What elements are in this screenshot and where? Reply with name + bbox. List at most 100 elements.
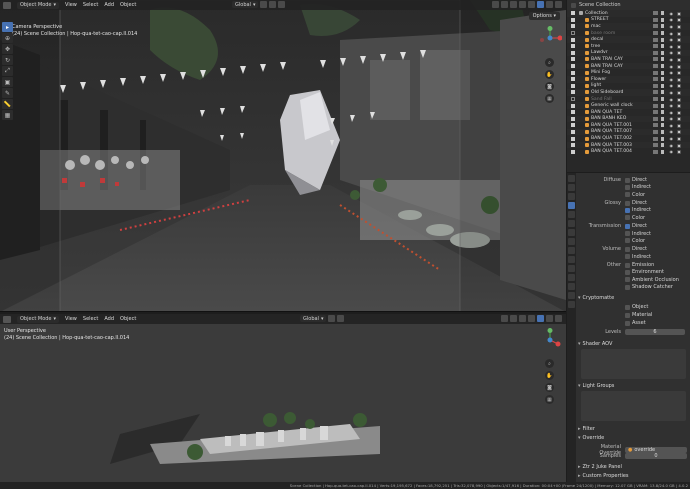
measure-tool-icon[interactable]: 📏 (2, 99, 13, 109)
camera-render-icon[interactable]: ▣ (677, 136, 681, 141)
include-checkbox[interactable] (571, 136, 575, 141)
eye-icon[interactable]: ◉ (670, 31, 674, 36)
include-checkbox[interactable] (571, 64, 575, 69)
pass-checkbox[interactable] (625, 223, 630, 229)
include-checkbox[interactable] (571, 17, 575, 22)
eye-icon[interactable]: ◉ (670, 70, 674, 75)
outliner-row[interactable]: Sand Fall ◉ ▣ (567, 96, 690, 103)
outliner-row[interactable]: BAN QUA TET.001 ◉ ▣ (567, 122, 690, 129)
shading-wireframe-icon[interactable] (528, 1, 535, 8)
mode-dropdown[interactable]: Object Mode ▾ (17, 1, 60, 9)
eye-icon[interactable]: ◉ (670, 110, 674, 115)
include-checkbox[interactable] (571, 149, 575, 154)
shading-material-icon[interactable] (546, 315, 553, 322)
menu-view[interactable]: View (65, 316, 77, 322)
zoom-icon[interactable]: ⌕ (545, 359, 554, 368)
shading-material-icon[interactable] (546, 1, 553, 8)
menu-select[interactable]: Select (83, 316, 98, 322)
camera-view-icon[interactable]: ◙ (545, 82, 554, 91)
outliner-row[interactable]: BAN TRAI CAY ◉ ▣ (567, 62, 690, 70)
camera-render-icon[interactable]: ▣ (677, 83, 681, 88)
shading-wireframe-icon[interactable] (528, 315, 535, 322)
move-tool-icon[interactable]: ✥ (2, 44, 13, 54)
include-checkbox[interactable] (571, 103, 575, 108)
eye-icon[interactable]: ◉ (670, 103, 674, 108)
shading-rendered-icon[interactable] (555, 315, 562, 322)
eye-icon[interactable]: ◉ (670, 97, 674, 102)
render-tab-icon[interactable] (568, 184, 575, 191)
include-checkbox[interactable] (571, 123, 575, 128)
texture-tab-icon[interactable] (568, 301, 575, 308)
cryptomatte-panel-header[interactable]: ▾ Cryptomatte (578, 294, 687, 301)
outliner-icon[interactable] (571, 2, 576, 8)
eye-icon[interactable]: ◉ (670, 64, 674, 69)
material-tab-icon[interactable] (568, 292, 575, 299)
custom-properties-panel-header[interactable]: ▸ Custom Properties (578, 472, 687, 479)
gizmo-toggle-icon[interactable] (501, 1, 508, 8)
transform-tool-icon[interactable]: ▣ (2, 77, 13, 87)
outliner-row[interactable]: BAN QUA TET.003 ◉ ▣ (567, 141, 690, 149)
camera-view-icon[interactable]: ◙ (545, 383, 554, 392)
pass-checkbox[interactable] (625, 215, 630, 221)
camera-render-icon[interactable]: ▣ (677, 116, 681, 121)
shading-solid-icon[interactable] (537, 1, 544, 8)
menu-object[interactable]: Object (120, 316, 136, 322)
shading-rendered-icon[interactable] (555, 1, 562, 8)
eye-icon[interactable]: ◉ (670, 17, 674, 22)
outliner-row[interactable]: decal ◉ ▣ (567, 36, 690, 43)
outliner-row[interactable]: BAN QUA TET.002 ◉ ▣ (567, 135, 690, 142)
scene-tab-icon[interactable] (568, 211, 575, 218)
include-checkbox[interactable] (571, 129, 575, 134)
user-viewport[interactable]: Object Mode ▾ View Select Add Object Glob… (0, 314, 566, 482)
outliner-row[interactable]: Old Sideboard ◉ ▣ (567, 89, 690, 96)
pass-checkbox[interactable] (625, 262, 630, 268)
collection-tab-icon[interactable] (568, 229, 575, 236)
include-checkbox[interactable] (571, 110, 575, 115)
proportional-edit-icon[interactable] (278, 1, 286, 8)
include-checkbox[interactable] (571, 44, 575, 49)
editor-type-icon[interactable] (3, 1, 11, 9)
grease-pencil-panel-header[interactable]: ▸ Ztr 2 Juke Panel (578, 463, 687, 470)
outliner-row[interactable]: BAN QUA TET ◉ ▣ (567, 109, 690, 116)
pivot-icon[interactable] (260, 1, 268, 8)
include-checkbox[interactable] (571, 24, 575, 29)
pass-checkbox[interactable] (625, 238, 630, 244)
transform-orientation-dropdown[interactable]: Global ▾ (232, 1, 259, 8)
pass-checkbox[interactable] (625, 246, 630, 252)
navigation-gizmo[interactable] (538, 26, 563, 50)
physics-tab-icon[interactable] (568, 265, 575, 272)
editor-type-icon[interactable] (3, 315, 11, 323)
menu-add[interactable]: Add (104, 2, 114, 8)
pass-checkbox[interactable] (625, 177, 630, 183)
annotate-tool-icon[interactable]: ✎ (2, 88, 13, 98)
camera-render-icon[interactable]: ▣ (677, 77, 681, 82)
data-tab-icon[interactable] (568, 283, 575, 290)
camera-render-icon[interactable]: ▣ (677, 149, 681, 154)
camera-render-icon[interactable]: ▣ (677, 110, 681, 115)
eye-icon[interactable]: ◉ (670, 116, 674, 121)
levels-field[interactable]: 6 (625, 329, 685, 335)
pass-checkbox[interactable] (625, 231, 630, 236)
eye-icon[interactable]: ◉ (670, 83, 674, 88)
samples-field[interactable]: 0 (625, 453, 687, 459)
outliner-row[interactable]: Flower ◉ ▣ (567, 75, 690, 83)
eye-icon[interactable]: ◉ (670, 37, 674, 42)
visibility-icon[interactable] (501, 315, 508, 322)
outliner-row[interactable]: mac ◉ ▣ (567, 23, 690, 30)
outliner-row[interactable]: Mini Fog ◉ ▣ (567, 69, 690, 76)
include-checkbox[interactable] (571, 31, 575, 36)
grid-icon[interactable]: ▦ (545, 94, 554, 103)
include-checkbox[interactable] (571, 57, 575, 62)
snap-icon[interactable] (337, 315, 345, 322)
mode-dropdown[interactable]: Object Mode ▾ (17, 315, 60, 323)
menu-select[interactable]: Select (83, 2, 98, 8)
options-dropdown[interactable]: Options ▾ (528, 12, 560, 20)
cryptomatte-checkbox[interactable] (625, 320, 630, 326)
include-checkbox[interactable] (571, 77, 575, 82)
camera-render-icon[interactable]: ▣ (677, 31, 681, 36)
xray-icon[interactable] (519, 315, 526, 322)
camera-render-icon[interactable]: ▣ (677, 70, 681, 75)
pass-checkbox[interactable] (625, 200, 630, 206)
camera-render-icon[interactable]: ▣ (677, 90, 681, 95)
outliner-row[interactable]: light ◉ ▣ (567, 83, 690, 90)
